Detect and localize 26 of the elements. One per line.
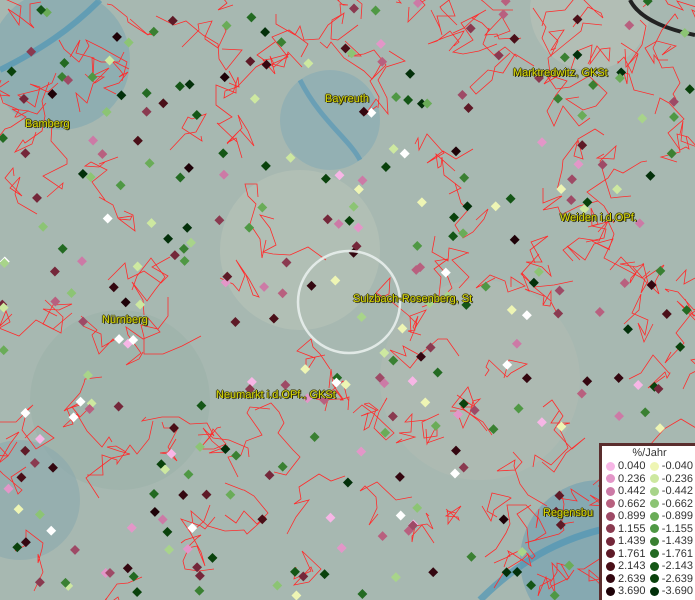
legend-value: 0.236 [618, 472, 646, 485]
legend-value: -0.442 [662, 485, 693, 498]
legend-value: 2.639 [618, 572, 646, 585]
legend-value: -1.155 [662, 522, 693, 535]
legend-value: 1.439 [618, 535, 646, 548]
legend-value: -0.236 [662, 472, 693, 485]
legend-value: 0.442 [618, 485, 646, 498]
legend-value: 0.662 [618, 498, 646, 510]
legend-value: -0.662 [662, 498, 693, 510]
legend-value: 2.143 [618, 560, 646, 572]
place-label: Bayreuth [325, 94, 370, 105]
legend-value: 1.761 [618, 548, 646, 560]
legend-value: 1.155 [618, 522, 646, 535]
legend-title: %/Jahr [631, 447, 668, 460]
place-label: Neumarkt i.d.OPf., GKSt [216, 390, 336, 401]
legend-value: 3.690 [618, 585, 646, 598]
legend-value: 0.899 [618, 510, 646, 522]
legend-value: -2.143 [662, 560, 693, 572]
legend-value: -2.639 [662, 572, 693, 585]
legend-value: -1.761 [662, 548, 693, 560]
legend-value: -0.040 [662, 460, 693, 472]
legend-value: -0.899 [662, 510, 693, 522]
legend-value: -1.439 [662, 535, 693, 548]
place-label: Nürnberg [102, 315, 148, 326]
legend-value: -3.690 [662, 585, 693, 598]
legend-value: 0.040 [618, 460, 646, 472]
